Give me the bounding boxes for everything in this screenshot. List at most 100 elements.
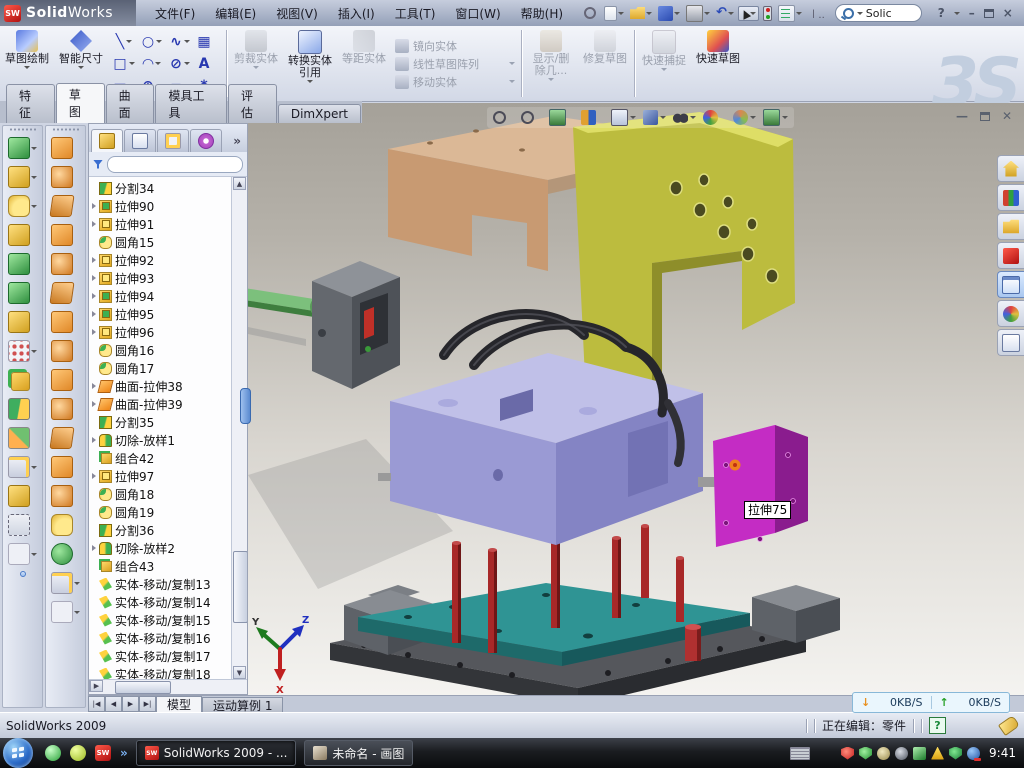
file-explorer-tab[interactable] bbox=[997, 213, 1024, 240]
tree-item[interactable]: 切除-放样2 bbox=[89, 539, 229, 557]
tree-item[interactable]: 拉伸95 bbox=[89, 305, 229, 323]
move-copy-body[interactable] bbox=[8, 427, 37, 449]
move-face[interactable] bbox=[51, 456, 80, 478]
save-button[interactable] bbox=[656, 5, 682, 22]
instant3d-button[interactable] bbox=[20, 571, 26, 577]
tab-scroll-prev-icon[interactable]: ◀ bbox=[105, 696, 122, 712]
view-settings-icon[interactable] bbox=[763, 109, 788, 126]
scroll-up-icon[interactable]: ▲ bbox=[233, 177, 246, 190]
ribbon-tab[interactable]: 曲面 bbox=[106, 84, 155, 123]
undo-button[interactable]: ↶ bbox=[714, 5, 736, 22]
scroll-thumb[interactable] bbox=[115, 681, 171, 694]
rapid-sketch-button[interactable]: 快速草图 bbox=[691, 26, 745, 101]
new-document-button[interactable] bbox=[602, 5, 626, 22]
tree-vertical-scrollbar[interactable]: ▲ ▼ bbox=[231, 177, 247, 679]
configurationmanager-tab[interactable] bbox=[157, 129, 189, 152]
tree-item[interactable]: 组合42 bbox=[89, 449, 229, 467]
quick-launch-expand-icon[interactable]: » bbox=[120, 746, 128, 760]
knit-surface[interactable] bbox=[51, 369, 80, 391]
tag-icon[interactable] bbox=[998, 715, 1020, 736]
display-delete-relations-button[interactable]: 显示/删除几... bbox=[524, 26, 578, 101]
line-tool[interactable]: ╲ bbox=[110, 31, 138, 53]
revolved-surface[interactable] bbox=[51, 166, 80, 188]
restore-button[interactable] bbox=[984, 9, 994, 18]
planar-surface[interactable] bbox=[51, 311, 80, 333]
tree-item[interactable]: 拉伸92 bbox=[89, 251, 229, 269]
security-shield-tray-icon[interactable] bbox=[859, 747, 872, 760]
zoom-area-icon[interactable] bbox=[521, 111, 542, 124]
face-fillet[interactable] bbox=[51, 514, 80, 536]
lofted-surface[interactable] bbox=[51, 340, 80, 362]
toolbar-overflow-icon[interactable]: ㇑.. bbox=[806, 5, 826, 22]
expand-icon[interactable] bbox=[92, 293, 96, 299]
spline-tool[interactable]: ∿ bbox=[166, 31, 194, 53]
minimize-button[interactable]: – bbox=[969, 6, 975, 20]
tree-item[interactable]: 分割35 bbox=[89, 413, 229, 431]
tree-item[interactable]: 曲面-拉伸39 bbox=[89, 395, 229, 413]
custom-properties-tab[interactable] bbox=[997, 329, 1024, 356]
open-button[interactable] bbox=[628, 5, 654, 22]
trimmed-surface[interactable] bbox=[51, 195, 80, 217]
antivirus-tray-icon[interactable] bbox=[841, 747, 854, 760]
ribbon-tab[interactable]: DimXpert bbox=[278, 104, 361, 123]
menu-item[interactable]: 插入(I) bbox=[329, 2, 384, 25]
quick-snaps-button[interactable]: 快速捕捉 bbox=[637, 26, 691, 101]
search-dropdown-icon[interactable] bbox=[857, 12, 863, 15]
ellipse-tool[interactable]: ⊘ bbox=[166, 53, 194, 75]
panel-splitter-handle[interactable] bbox=[240, 388, 251, 424]
menu-item[interactable]: 文件(F) bbox=[146, 2, 204, 25]
tree-item[interactable]: 拉伸90 bbox=[89, 197, 229, 215]
lofted-boss[interactable] bbox=[8, 253, 37, 275]
hole-wizard[interactable] bbox=[8, 311, 37, 333]
ribbon-tab[interactable]: 评估 bbox=[228, 84, 277, 123]
shell[interactable] bbox=[8, 282, 37, 304]
boundary-surface[interactable] bbox=[51, 253, 80, 275]
offset-surface[interactable] bbox=[51, 282, 80, 304]
expand-icon[interactable] bbox=[92, 311, 96, 317]
network-tray-icon[interactable] bbox=[913, 747, 926, 760]
start-button[interactable] bbox=[3, 738, 33, 768]
view-orientation-icon[interactable] bbox=[611, 109, 636, 126]
tree-item[interactable]: 拉伸91 bbox=[89, 215, 229, 233]
ribbon-tab[interactable]: 草图 bbox=[56, 83, 105, 123]
hide-show-items-icon[interactable] bbox=[673, 110, 696, 125]
taskbar-window-button[interactable]: 未命名 - 画图 bbox=[304, 740, 413, 766]
featuremanager-tab[interactable] bbox=[91, 129, 123, 152]
tab-scroll-next-icon[interactable]: ▶ bbox=[122, 696, 139, 712]
move-entities-button[interactable]: 移动实体 bbox=[395, 74, 515, 90]
appearances-tab[interactable] bbox=[997, 300, 1024, 327]
rectangle-tool[interactable]: □ bbox=[110, 53, 138, 75]
tree-item[interactable]: 实体-移动/复制13 bbox=[89, 575, 229, 593]
panel-expand-icon[interactable]: » bbox=[233, 134, 245, 152]
replace-face[interactable] bbox=[51, 427, 80, 449]
convert-entities-button[interactable]: 转换实体引用 bbox=[283, 26, 337, 101]
tree-item[interactable]: 圆角19 bbox=[89, 503, 229, 521]
expand-icon[interactable] bbox=[92, 545, 96, 551]
close-button[interactable]: × bbox=[1003, 6, 1013, 20]
tree-item[interactable]: 实体-移动/复制14 bbox=[89, 593, 229, 611]
help-dropdown-icon[interactable] bbox=[954, 12, 960, 15]
plane[interactable] bbox=[8, 485, 37, 507]
tree-item[interactable]: 分割34 bbox=[89, 179, 229, 197]
tree-item[interactable]: 组合43 bbox=[89, 557, 229, 575]
scroll-thumb[interactable] bbox=[233, 551, 247, 623]
ribbon-tab[interactable]: 特征 bbox=[6, 84, 55, 123]
expand-icon[interactable] bbox=[92, 383, 96, 389]
expand-icon[interactable] bbox=[92, 257, 96, 263]
curve-tool[interactable] bbox=[51, 601, 80, 623]
print-button[interactable] bbox=[684, 4, 712, 23]
curve[interactable] bbox=[8, 543, 37, 565]
filter-input[interactable] bbox=[107, 156, 243, 173]
reference-plane[interactable] bbox=[51, 572, 80, 594]
tab-scroll-last-icon[interactable]: ▶| bbox=[139, 696, 156, 712]
tree-item[interactable]: 拉伸93 bbox=[89, 269, 229, 287]
tree-item[interactable]: 圆角17 bbox=[89, 359, 229, 377]
menu-item[interactable]: 帮助(H) bbox=[512, 2, 572, 25]
doc-minimize-button[interactable]: — bbox=[956, 109, 968, 123]
menu-item[interactable]: 窗口(W) bbox=[446, 2, 509, 25]
linear-pattern[interactable] bbox=[8, 340, 37, 362]
tree-item[interactable]: 实体-移动/复制17 bbox=[89, 647, 229, 665]
pin-icon[interactable] bbox=[580, 4, 600, 22]
taskbar-window-button[interactable]: SW SolidWorks 2009 - ... bbox=[136, 740, 297, 766]
freeform[interactable] bbox=[51, 485, 80, 507]
